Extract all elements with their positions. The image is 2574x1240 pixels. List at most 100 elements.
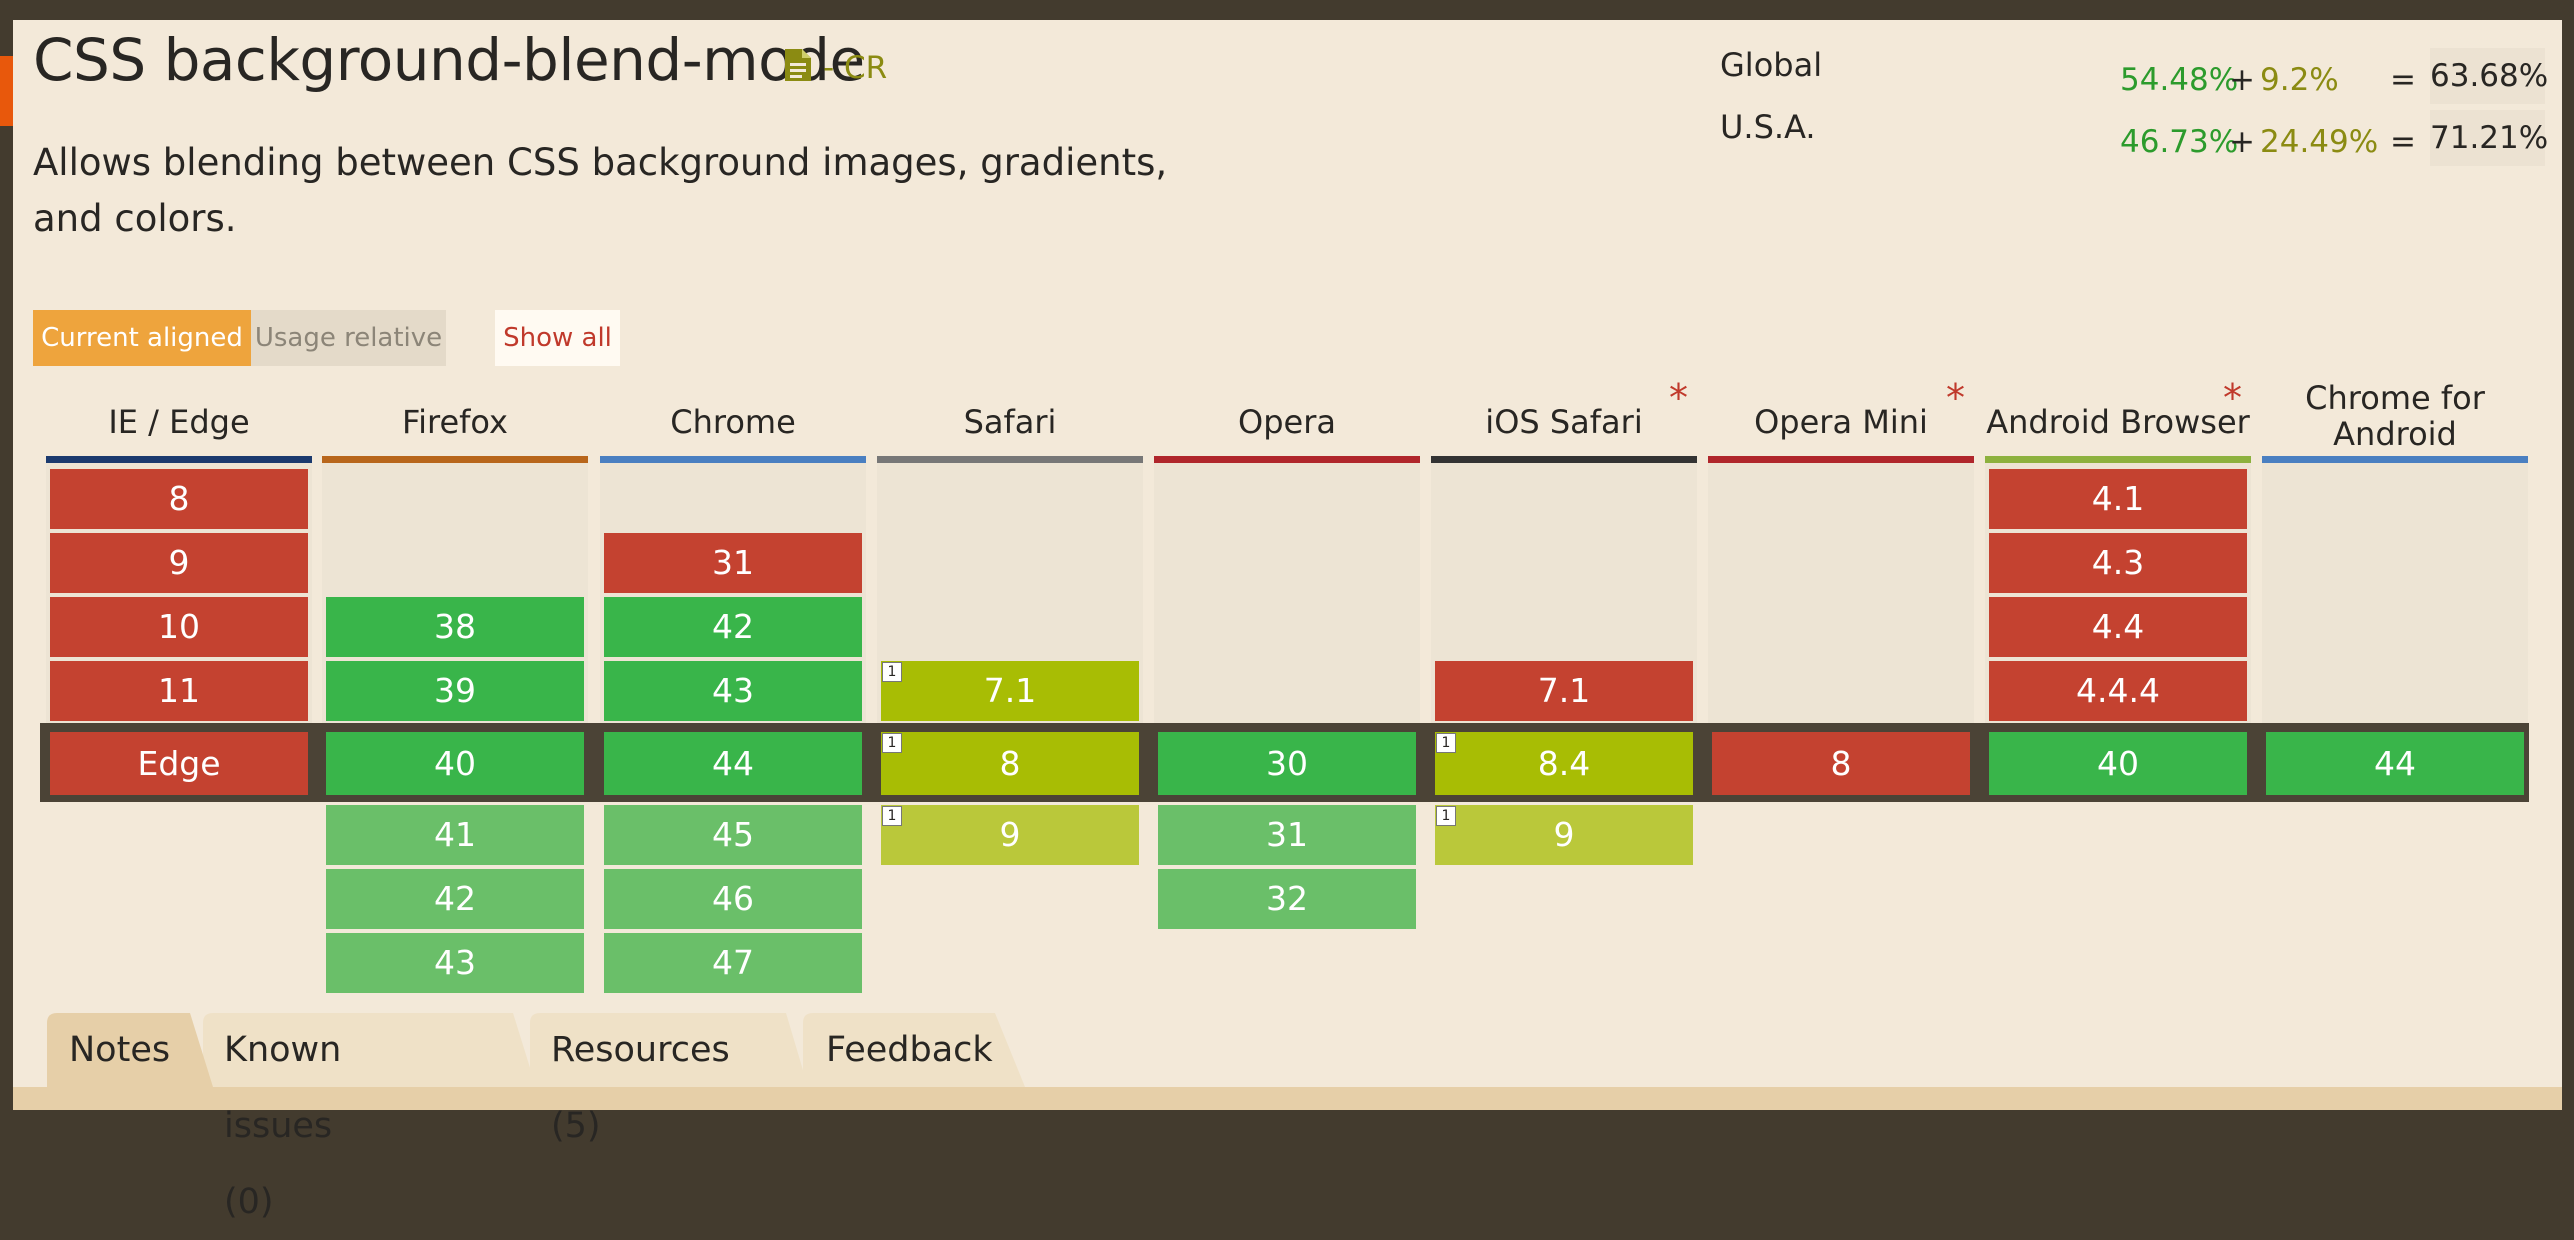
current-version-cell[interactable]: 44 [2266, 732, 2524, 795]
current-version-cell[interactable]: 8 [1712, 732, 1970, 795]
past-version-cell[interactable]: 4.1 [1989, 469, 2247, 529]
browser-note-asterisk-icon[interactable]: * [2223, 376, 2242, 420]
browser-header-chrome-for-android[interactable]: Chrome for Android [2262, 380, 2528, 452]
stat-plus: + [2229, 62, 2255, 98]
current-version-cell[interactable]: 40 [326, 732, 584, 795]
future-version-cell[interactable]: 41 [326, 805, 584, 865]
browser-note-asterisk-icon[interactable]: * [1669, 376, 1688, 420]
note-marker-icon[interactable]: 1 [1436, 806, 1456, 826]
tab-resources[interactable]: Resources (5) [551, 1012, 730, 1146]
version-number: 4.3 [2091, 543, 2145, 582]
browser-header-ie-edge[interactable]: IE / Edge [46, 380, 312, 452]
version-number: 8 [168, 479, 190, 518]
future-version-cell[interactable]: 32 [1158, 869, 1416, 929]
browser-header-opera[interactable]: Opera [1154, 380, 1420, 452]
version-number: 45 [712, 815, 754, 854]
browser-header-safari[interactable]: Safari [877, 380, 1143, 452]
stat-total: 63.68% [2430, 48, 2548, 104]
future-version-cell[interactable]: 31 [1158, 805, 1416, 865]
version-number: 31 [712, 543, 754, 582]
future-version-cell[interactable]: 42 [326, 869, 584, 929]
browser-header-ios-safari[interactable]: iOS Safari [1431, 380, 1697, 452]
current-version-cell[interactable]: 44 [604, 732, 862, 795]
version-number: 42 [434, 879, 476, 918]
past-version-cell[interactable]: 7.1 [881, 661, 1139, 721]
current-version-cell[interactable]: 8.4 [1435, 732, 1693, 795]
past-version-cell[interactable]: 4.4 [1989, 597, 2247, 657]
past-version-cell[interactable]: 31 [604, 533, 862, 593]
past-version-cell[interactable]: 11 [50, 661, 308, 721]
browser-header-chrome[interactable]: Chrome [600, 380, 866, 452]
current-version-cell[interactable]: 30 [1158, 732, 1416, 795]
browser-header-android-browser[interactable]: Android Browser [1985, 380, 2251, 452]
past-versions-column [2262, 463, 2528, 723]
version-number: 41 [434, 815, 476, 854]
stat-equals: = [2390, 62, 2416, 98]
browser-name: Chrome [670, 403, 796, 441]
past-versions-column [1154, 463, 1420, 723]
tab-content-strip [13, 1087, 2562, 1110]
version-number: 9 [1553, 815, 1575, 854]
past-version-cell[interactable]: 4.3 [1989, 533, 2247, 593]
version-number: 44 [712, 744, 754, 783]
current-version-cell[interactable]: 8 [881, 732, 1139, 795]
past-version-cell[interactable]: 7.1 [1435, 661, 1693, 721]
browser-name: Android Browser [1986, 403, 2250, 441]
note-marker-icon[interactable]: 1 [882, 662, 902, 682]
past-version-cell[interactable]: 8 [50, 469, 308, 529]
past-version-cell[interactable]: 42 [604, 597, 862, 657]
current-aligned-button[interactable]: Current aligned [33, 310, 251, 366]
note-marker-icon[interactable]: 1 [882, 806, 902, 826]
browser-header-opera-mini[interactable]: Opera Mini [1708, 380, 1974, 452]
past-version-cell[interactable]: 39 [326, 661, 584, 721]
version-number: 30 [1266, 744, 1308, 783]
browser-header-firefox[interactable]: Firefox [322, 380, 588, 452]
browser-color-bar [877, 456, 1143, 463]
future-version-cell[interactable]: 46 [604, 869, 862, 929]
version-number: 7.1 [983, 671, 1037, 710]
stat-label: Global [1720, 46, 1823, 84]
current-version-cell[interactable]: Edge [50, 732, 308, 795]
tab-known-issues[interactable]: Known issues (0) [224, 1012, 341, 1222]
usage-relative-button[interactable]: Usage relative [251, 310, 446, 366]
future-version-cell[interactable]: 43 [326, 933, 584, 993]
future-version-cell[interactable]: 47 [604, 933, 862, 993]
future-version-cell[interactable]: 9 [881, 805, 1139, 865]
stat-label[interactable]: U.S.A. [1720, 108, 1816, 146]
left-border [0, 0, 13, 1110]
past-version-cell[interactable]: 9 [50, 533, 308, 593]
version-number: 4.4 [2091, 607, 2145, 646]
version-number: 4.1 [2091, 479, 2145, 518]
page-marker-tab[interactable] [0, 56, 13, 126]
show-all-button[interactable]: Show all [495, 310, 620, 366]
spec-status[interactable]: - CR [823, 50, 887, 86]
version-number: 7.1 [1537, 671, 1591, 710]
version-number: 47 [712, 943, 754, 982]
current-version-cell[interactable]: 40 [1989, 732, 2247, 795]
browser-color-bar [600, 456, 866, 463]
future-version-cell[interactable]: 45 [604, 805, 862, 865]
past-version-cell[interactable]: 43 [604, 661, 862, 721]
version-number: 40 [434, 744, 476, 783]
tab-feedback[interactable]: Feedback [826, 1012, 993, 1088]
browser-color-bar [46, 456, 312, 463]
version-number: 44 [2374, 744, 2416, 783]
browser-name: Safari [963, 403, 1057, 441]
version-number: Edge [137, 744, 221, 783]
version-number: 42 [712, 607, 754, 646]
spec-document-icon[interactable] [785, 49, 811, 81]
note-marker-icon[interactable]: 1 [882, 733, 902, 753]
right-border [2562, 0, 2574, 1110]
note-marker-icon[interactable]: 1 [1436, 733, 1456, 753]
stat-row-usa: U.S.A. 46.73% + 24.49% = 71.21% [1720, 102, 2550, 166]
tab-notes[interactable]: Notes [69, 1012, 170, 1088]
browser-note-asterisk-icon[interactable]: * [1946, 376, 1965, 420]
future-version-cell[interactable]: 9 [1435, 805, 1693, 865]
past-version-cell[interactable]: 38 [326, 597, 584, 657]
feature-description: Allows blending between CSS background i… [33, 141, 1168, 240]
version-number: 38 [434, 607, 476, 646]
past-version-cell[interactable]: 10 [50, 597, 308, 657]
past-version-cell[interactable]: 4.4.4 [1989, 661, 2247, 721]
version-number: 43 [434, 943, 476, 982]
feature-title[interactable]: CSS background-blend-mode [33, 26, 865, 94]
